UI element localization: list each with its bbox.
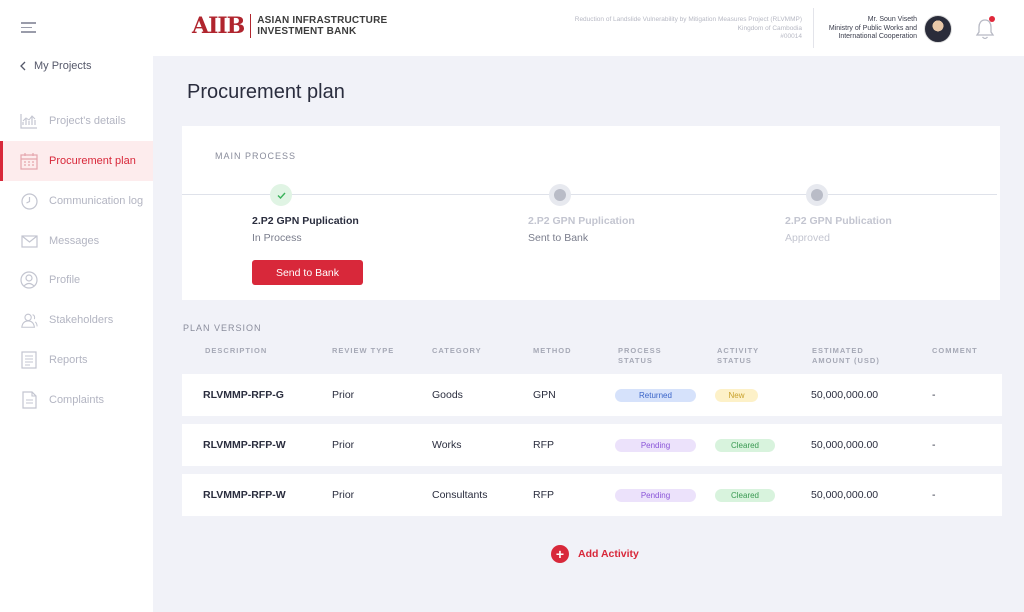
people-icon [20,311,38,329]
sidebar-item-stakeholders[interactable]: Stakeholders [0,300,153,340]
process-track [182,194,997,195]
row-review-type: Prior [332,389,355,401]
col-process-status: PROCESS STATUS [618,346,662,365]
document-icon [20,391,38,409]
top-header: AIIB ASIAN INFRASTRUCTURE INVESTMENT BAN… [0,0,1024,56]
project-country: Kingdom of Cambodia [737,24,802,32]
sidebar-item-label: Messages [49,235,100,247]
user-org-line-1: Ministry of Public Works and [828,24,917,32]
row-category: Consultants [432,489,488,501]
mail-icon [20,232,38,250]
plan-version-label: PLAN VERSION [183,323,262,333]
step-3-title: 2.P2 GPN Publication [785,215,892,227]
row-description: RLVMMP-RFP-W [203,489,286,501]
add-activity-label: Add Activity [578,548,639,560]
table-row[interactable]: RLVMMP-RFP-W Prior Consultants RFP Pendi… [182,474,1002,516]
user-org-line-2: International Cooperation [838,33,917,40]
process-status-badge: Pending [615,488,696,502]
back-to-projects-link[interactable]: My Projects [20,60,91,72]
process-status-badge: Pending [615,438,696,452]
main-process-label: MAIN PROCESS [215,151,297,161]
project-info: Reduction of Landslide Vulnerability by … [575,16,802,42]
sidebar-item-procurement-plan[interactable]: Procurement plan [0,141,153,181]
step-3-status: Approved [785,232,830,244]
col-method: METHOD [533,346,572,355]
col-activity-status: ACTIVITY STATUS [717,346,760,365]
sidebar-item-label: Communication log [49,195,144,207]
step-3-dot-icon [806,184,828,206]
logo-mark: AIIB [192,13,245,39]
sidebar-item-profile[interactable]: Profile [0,260,153,300]
activity-status-badge: New [715,388,758,402]
avatar[interactable] [924,15,952,43]
step-2-dot-icon [549,184,571,206]
sidebar-item-messages[interactable]: Messages [0,221,153,261]
activity-status-badge: Cleared [715,488,775,502]
sidebar-item-reports[interactable]: Reports [0,340,153,380]
row-comment: - [932,489,936,501]
sidebar-item-label: Reports [49,354,88,366]
row-comment: - [932,389,936,401]
step-1-status: In Process [252,232,302,244]
row-method: RFP [533,439,554,451]
row-amount: 50,000,000.00 [811,389,879,401]
chart-icon [20,112,38,130]
col-review-type: REVIEW TYPE [332,346,395,355]
sidebar-item-label: Stakeholders [49,314,114,326]
row-review-type: Prior [332,489,355,501]
row-method: RFP [533,489,554,501]
row-description: RLVMMP-RFP-W [203,439,286,451]
plus-icon: + [551,545,569,563]
project-id: #00014 [780,33,802,40]
report-icon [20,351,38,369]
chevron-left-icon [20,61,26,71]
back-label: My Projects [34,60,92,72]
row-amount: 50,000,000.00 [811,489,879,501]
table-row[interactable]: RLVMMP-RFP-G Prior Goods GPN Returned Ne… [182,374,1002,416]
logo-line-2: INVESTMENT BANK [257,26,357,37]
row-category: Goods [432,389,463,401]
add-activity-button[interactable]: + Add Activity [551,545,639,563]
sidebar-item-label: Profile [49,274,81,286]
step-1-title: 2.P2 GPN Puplication [252,215,359,227]
user-name: Mr. Soun Viseth [867,16,917,23]
sidebar-item-label: Complaints [49,394,105,406]
step-1-check-icon [270,184,292,206]
main-process-card: MAIN PROCESS 2.P2 GPN Puplication In Pro… [182,126,1000,300]
col-comment: COMMENT [932,346,978,355]
row-category: Works [432,439,462,451]
sidebar-item-label: Procurement plan [49,155,136,167]
clock-icon [20,192,38,210]
menu-icon[interactable] [21,22,36,33]
process-status-badge: Returned [615,388,696,402]
col-estimated-amount: ESTIMATED AMOUNT (USD) [812,346,880,365]
step-2-title: 2.P2 GPN Puplication [528,215,635,227]
page-title: Procurement plan [187,81,345,103]
user-icon [20,271,38,289]
col-description: DESCRIPTION [205,346,268,355]
row-method: GPN [533,389,556,401]
project-name: Reduction of Landslide Vulnerability by … [574,16,802,23]
row-amount: 50,000,000.00 [811,439,879,451]
aiib-logo[interactable]: AIIB ASIAN INFRASTRUCTURE INVESTMENT BAN… [192,13,387,39]
sidebar: My Projects Project's details Procuremen… [0,56,153,612]
row-review-type: Prior [332,439,355,451]
row-description: RLVMMP-RFP-G [203,389,284,401]
calendar-icon [20,152,38,170]
sidebar-item-project-details[interactable]: Project's details [0,101,153,141]
notification-dot [989,16,995,22]
sidebar-item-label: Project's details [49,115,126,127]
row-comment: - [932,439,936,451]
send-to-bank-button[interactable]: Send to Bank [252,260,363,285]
activity-status-badge: Cleared [715,438,775,452]
user-info[interactable]: Mr. Soun Viseth Ministry of Public Works… [829,16,917,42]
col-category: CATEGORY [432,346,482,355]
table-row[interactable]: RLVMMP-RFP-W Prior Works RFP Pending Cle… [182,424,1002,466]
logo-line-1: ASIAN INFRASTRUCTURE [257,15,388,26]
step-2-status: Sent to Bank [528,232,589,244]
sidebar-item-complaints[interactable]: Complaints [0,380,153,420]
sidebar-item-communication-log[interactable]: Communication log [0,181,153,221]
